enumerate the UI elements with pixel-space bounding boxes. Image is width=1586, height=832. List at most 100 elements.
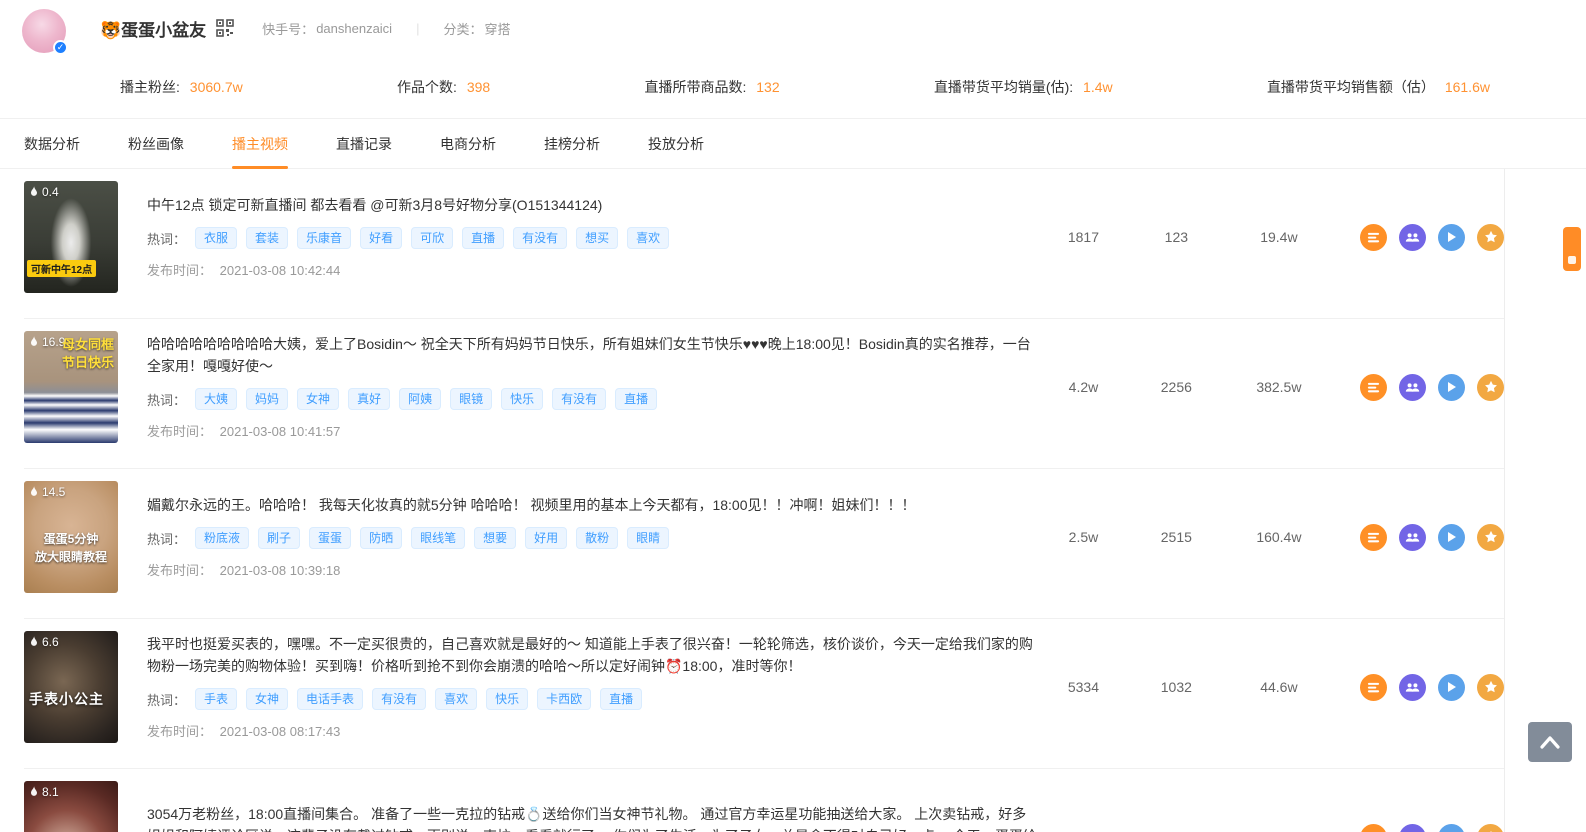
play-triangle-icon bbox=[1448, 382, 1457, 392]
favorite-button[interactable] bbox=[1477, 523, 1505, 551]
stat-value: 3060.7w bbox=[189, 79, 243, 95]
hotword-tag[interactable]: 眼睛 bbox=[627, 527, 670, 550]
play-video-button[interactable] bbox=[1438, 523, 1466, 551]
stat-plays: 19.4w bbox=[1260, 229, 1298, 245]
qr-code-icon[interactable] bbox=[216, 19, 234, 37]
data-detail-button[interactable] bbox=[1360, 223, 1388, 251]
favorite-button[interactable] bbox=[1477, 373, 1505, 401]
hotword-tag[interactable]: 蛋蛋 bbox=[309, 527, 352, 550]
fans-analysis-button[interactable] bbox=[1399, 373, 1427, 401]
heat-badge: 16.9 bbox=[29, 335, 65, 349]
stat-likes: 2.5w bbox=[1068, 529, 1099, 545]
video-title[interactable]: 中午12点 锁定可新直播间 都去看看 @可新3月8号好物分享(O15134412… bbox=[147, 195, 1037, 217]
video-title[interactable]: 媚戴尔永远的王。哈哈哈！ 我每天化妆真的就5分钟 哈哈哈！ 视频里用的基本上今天… bbox=[147, 495, 1037, 517]
hotword-tag[interactable]: 刷子 bbox=[258, 527, 301, 550]
play-video-button[interactable] bbox=[1438, 823, 1466, 832]
hotword-tag[interactable]: 粉底液 bbox=[195, 527, 250, 550]
verified-badge-icon: ✓ bbox=[53, 40, 68, 55]
flame-icon bbox=[31, 486, 37, 496]
hotword-tag[interactable]: 有没有 bbox=[552, 388, 607, 411]
tab-6[interactable]: 投放分析 bbox=[648, 119, 704, 169]
hotword-tags: 手表 女神 电话手表 有没有 喜欢 快乐 卡西欧 直播 bbox=[195, 688, 643, 711]
hotword-tag[interactable]: 女神 bbox=[297, 388, 340, 411]
hotword-tag[interactable]: 套装 bbox=[246, 227, 289, 250]
hotword-tag[interactable]: 防晒 bbox=[360, 527, 403, 550]
hotword-tag[interactable]: 卡西欧 bbox=[537, 688, 592, 711]
hotword-tag[interactable]: 衣服 bbox=[195, 227, 238, 250]
hotword-tag[interactable]: 好用 bbox=[525, 527, 568, 550]
video-thumbnail[interactable]: 6.6 手表小公主 bbox=[24, 631, 118, 743]
hotword-tag[interactable]: 散粉 bbox=[576, 527, 619, 550]
favorite-button[interactable] bbox=[1477, 823, 1505, 832]
video-title[interactable]: 我平时也挺爱买表的，嘿嘿。不一定买很贵的，自己喜欢就是最好的～ 知道能上手表了很… bbox=[147, 634, 1037, 677]
hotword-tag[interactable]: 电话手表 bbox=[297, 688, 364, 711]
hotword-tag[interactable]: 想要 bbox=[474, 527, 517, 550]
hotword-tag[interactable]: 真好 bbox=[348, 388, 391, 411]
video-row: 14.5 蛋蛋5分钟 放大眼睛教程 媚戴尔永远的王。哈哈哈！ 我每天化妆真的就5… bbox=[24, 469, 1505, 619]
data-detail-button[interactable] bbox=[1360, 673, 1388, 701]
hotword-tag[interactable]: 快乐 bbox=[486, 688, 529, 711]
play-video-button[interactable] bbox=[1438, 223, 1466, 251]
tab-1[interactable]: 粉丝画像 bbox=[128, 119, 184, 169]
hotword-tag[interactable]: 有没有 bbox=[513, 227, 568, 250]
tab-5[interactable]: 挂榜分析 bbox=[544, 119, 600, 169]
publish-time-value: 2021-03-08 10:42:44 bbox=[219, 263, 341, 279]
data-detail-button[interactable] bbox=[1360, 373, 1388, 401]
back-to-top-button[interactable] bbox=[1528, 722, 1572, 762]
flame-icon bbox=[31, 336, 37, 346]
publish-time-row: 发布时间： 2021-03-08 10:41:57 bbox=[147, 421, 1037, 440]
avatar[interactable]: ✓ bbox=[22, 9, 68, 55]
tab-4[interactable]: 电商分析 bbox=[440, 119, 496, 169]
hotword-tag[interactable]: 乐康音 bbox=[297, 227, 352, 250]
hotword-tag[interactable]: 想买 bbox=[576, 227, 619, 250]
hotword-tag[interactable]: 可欣 bbox=[411, 227, 454, 250]
chevron-up-icon bbox=[1540, 736, 1560, 749]
stat-value: 398 bbox=[466, 79, 491, 95]
hotword-tag[interactable]: 喜欢 bbox=[627, 227, 670, 250]
hotword-tag[interactable]: 快乐 bbox=[501, 388, 544, 411]
hotword-tag[interactable]: 直播 bbox=[462, 227, 505, 250]
hotword-tag[interactable]: 眼线笔 bbox=[411, 527, 466, 550]
user-group-icon bbox=[1405, 382, 1420, 392]
hotword-tag[interactable]: 妈妈 bbox=[246, 388, 289, 411]
video-thumbnail[interactable]: 14.5 蛋蛋5分钟 放大眼睛教程 bbox=[24, 481, 118, 593]
fans-analysis-button[interactable] bbox=[1399, 823, 1427, 832]
favorite-button[interactable] bbox=[1477, 223, 1505, 251]
hotword-tag[interactable]: 有没有 bbox=[372, 688, 427, 711]
play-video-button[interactable] bbox=[1438, 373, 1466, 401]
tab-3[interactable]: 直播记录 bbox=[336, 119, 392, 169]
hotwords-row: 热词： 衣服 套装 乐康音 好看 可欣 直播 有没有 想买 喜欢 bbox=[147, 227, 1037, 250]
hotword-tag[interactable]: 大姨 bbox=[195, 388, 238, 411]
fans-analysis-button[interactable] bbox=[1399, 523, 1427, 551]
fans-analysis-button[interactable] bbox=[1399, 673, 1427, 701]
fans-analysis-button[interactable] bbox=[1399, 223, 1427, 251]
video-thumbnail[interactable]: 8.1 bbox=[24, 781, 118, 832]
play-video-button[interactable] bbox=[1438, 673, 1466, 701]
video-title[interactable]: 哈哈哈哈哈哈哈哈哈大姨，爱上了Bosidin～ 祝全天下所有妈妈节日快乐，所有姐… bbox=[147, 334, 1037, 377]
hotword-tag[interactable]: 喜欢 bbox=[435, 688, 478, 711]
kuaishou-id-label: 快手号： bbox=[262, 21, 315, 37]
publish-time-label: 发布时间： bbox=[147, 263, 213, 279]
hotword-tag[interactable]: 好看 bbox=[360, 227, 403, 250]
hotword-tag[interactable]: 女神 bbox=[246, 688, 289, 711]
flame-icon bbox=[31, 636, 37, 646]
list-lines-icon bbox=[1367, 682, 1380, 692]
video-thumbnail[interactable]: 0.4 可新中午12点 bbox=[24, 181, 118, 293]
hotword-tag[interactable]: 阿姨 bbox=[399, 388, 442, 411]
data-detail-button[interactable] bbox=[1360, 523, 1388, 551]
hotword-tag[interactable]: 直播 bbox=[615, 388, 658, 411]
heat-badge: 6.6 bbox=[29, 635, 59, 649]
tab-0[interactable]: 数据分析 bbox=[24, 119, 80, 169]
hotwords-label: 热词： bbox=[147, 231, 187, 247]
stat-plays: 44.6w bbox=[1260, 679, 1298, 695]
side-panel-toggle[interactable] bbox=[1563, 227, 1581, 271]
favorite-button[interactable] bbox=[1477, 673, 1505, 701]
stat-value: 161.6w bbox=[1444, 79, 1490, 95]
hotword-tag[interactable]: 手表 bbox=[195, 688, 238, 711]
hotword-tag[interactable]: 眼镜 bbox=[450, 388, 493, 411]
video-title[interactable]: 3054万老粉丝，18:00直播间集合。 准备了一些一克拉的钻戒💍送给你们当女神… bbox=[147, 804, 1037, 832]
video-thumbnail[interactable]: 16.9 母女同框 节日快乐 bbox=[24, 331, 118, 443]
tab-2[interactable]: 播主视频 bbox=[232, 119, 288, 169]
hotword-tag[interactable]: 直播 bbox=[600, 688, 643, 711]
data-detail-button[interactable] bbox=[1360, 823, 1388, 832]
